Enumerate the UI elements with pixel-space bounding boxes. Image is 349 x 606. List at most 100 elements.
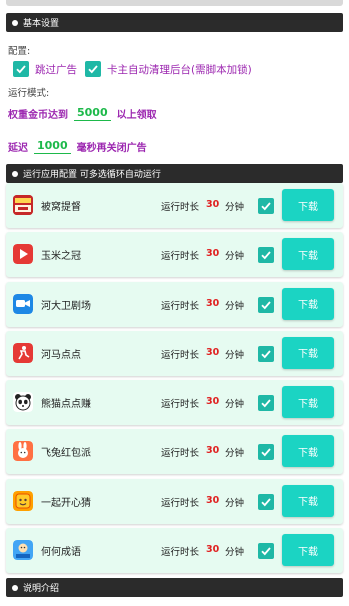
app-name: 河马点点 bbox=[41, 349, 81, 361]
app-name: 飞兔红包派 bbox=[41, 448, 91, 460]
bullet-icon bbox=[12, 170, 18, 177]
idiom-icon bbox=[13, 540, 33, 561]
check-icon bbox=[261, 350, 271, 359]
runtime-unit: 分钟 bbox=[225, 202, 245, 213]
auto-clean-checkbox[interactable] bbox=[85, 61, 101, 77]
check-icon bbox=[261, 399, 271, 408]
app-name: 被窝提督 bbox=[41, 202, 81, 213]
weight-row: 权重金币达到 5000 以上领取 bbox=[8, 106, 157, 121]
runtime-label: 运行时长 bbox=[161, 349, 200, 361]
app-row: 飞兔红包派 运行时长 30 分钟 下载 bbox=[6, 429, 343, 475]
runtime-label: 运行时长 bbox=[161, 399, 200, 411]
app-enable-checkbox[interactable] bbox=[258, 247, 274, 264]
app-name: 何何成语 bbox=[41, 547, 81, 559]
weight-prefix: 权重金币达到 bbox=[8, 110, 68, 121]
runtime-label: 运行时长 bbox=[161, 202, 200, 213]
download-button[interactable]: 下载 bbox=[282, 435, 334, 468]
runtime-label: 运行时长 bbox=[161, 251, 200, 263]
app-enable-checkbox[interactable] bbox=[258, 543, 274, 560]
check-icon bbox=[16, 65, 26, 74]
download-button[interactable]: 下载 bbox=[282, 238, 334, 271]
app-row: 玉米之冠 运行时长 30 分钟 下载 bbox=[6, 232, 343, 278]
app-name: 熊猫点点赚 bbox=[41, 399, 91, 411]
runtime-value[interactable]: 30 bbox=[206, 396, 219, 407]
download-button[interactable]: 下载 bbox=[282, 534, 334, 567]
download-button[interactable]: 下载 bbox=[282, 287, 334, 320]
app-name: 一起开心猜 bbox=[41, 497, 91, 509]
download-button[interactable]: 下载 bbox=[282, 336, 334, 369]
app-enable-checkbox[interactable] bbox=[258, 296, 274, 313]
bullet-icon bbox=[12, 19, 18, 26]
yu-mi-icon bbox=[13, 244, 33, 265]
app-row: 一起开心猜 运行时长 30 分钟 下载 bbox=[6, 478, 343, 524]
app-name: 河大卫剧场 bbox=[41, 300, 91, 312]
skip-ads-label: 跳过广告 bbox=[35, 63, 77, 76]
download-button[interactable]: 下载 bbox=[282, 484, 334, 517]
panda-icon bbox=[13, 392, 33, 413]
runtime-value[interactable]: 30 bbox=[206, 347, 219, 358]
instructions-header: 说明介绍 bbox=[6, 578, 343, 597]
run-mode-label: 运行模式: bbox=[8, 88, 50, 99]
runtime-label: 运行时长 bbox=[161, 547, 200, 559]
weight-suffix: 以上领取 bbox=[116, 110, 157, 121]
config-options: 跳过广告 卡主自动清理后台(需脚本加锁) bbox=[13, 61, 260, 77]
delay-input[interactable]: 1000 bbox=[34, 139, 71, 154]
app-row: 河大卫剧场 运行时长 30 分钟 下载 bbox=[6, 281, 343, 327]
app-enable-checkbox[interactable] bbox=[258, 345, 274, 362]
runtime-label: 运行时长 bbox=[161, 448, 200, 460]
basic-settings-title: 基本设置 bbox=[23, 19, 60, 29]
app-row: 被窝提督 运行时长 30 分钟 下载 bbox=[6, 183, 343, 228]
check-icon bbox=[261, 448, 271, 457]
delay-suffix: 毫秒再关闭广告 bbox=[76, 143, 147, 154]
check-icon bbox=[261, 202, 271, 211]
runtime-label: 运行时长 bbox=[161, 300, 200, 312]
app-row: 河马点点 运行时长 30 分钟 下载 bbox=[6, 330, 343, 376]
runtime-value[interactable]: 30 bbox=[206, 298, 219, 309]
download-button[interactable]: 下载 bbox=[282, 386, 334, 419]
app-row: 熊猫点点赚 运行时长 30 分钟 下载 bbox=[6, 380, 343, 426]
runtime-value[interactable]: 30 bbox=[206, 495, 219, 506]
runtime-unit: 分钟 bbox=[225, 399, 245, 411]
delay-prefix: 延迟 bbox=[8, 143, 28, 154]
check-icon bbox=[261, 301, 271, 309]
runtime-value[interactable]: 30 bbox=[206, 445, 219, 456]
app-list: 被窝提督 运行时长 30 分钟 下载 玉米之冠 运行时长 30 分钟 下载 河大… bbox=[6, 183, 343, 577]
rabbit-icon bbox=[13, 441, 33, 462]
bei-wo-icon bbox=[13, 195, 33, 215]
runtime-unit: 分钟 bbox=[225, 349, 245, 361]
runtime-value[interactable]: 30 bbox=[206, 199, 219, 210]
runtime-unit: 分钟 bbox=[225, 497, 245, 509]
app-enable-checkbox[interactable] bbox=[258, 444, 274, 461]
app-enable-checkbox[interactable] bbox=[258, 493, 274, 510]
runner-icon bbox=[13, 342, 33, 363]
runtime-value[interactable]: 30 bbox=[206, 544, 219, 555]
apps-section-title: 运行应用配置 可多选循环自动运行 bbox=[23, 170, 161, 180]
runtime-value[interactable]: 30 bbox=[206, 248, 219, 259]
apps-section-header: 运行应用配置 可多选循环自动运行 bbox=[6, 164, 343, 183]
instructions-title: 说明介绍 bbox=[23, 584, 60, 594]
check-icon bbox=[88, 65, 98, 74]
video-camera-icon bbox=[13, 293, 33, 314]
top-edge bbox=[6, 0, 343, 6]
app-name: 玉米之冠 bbox=[41, 251, 81, 263]
weight-input[interactable]: 5000 bbox=[74, 106, 111, 121]
auto-clean-label: 卡主自动清理后台(需脚本加锁) bbox=[107, 63, 252, 76]
app-row: 何何成语 运行时长 30 分钟 下载 bbox=[6, 528, 343, 574]
download-button[interactable]: 下载 bbox=[282, 189, 334, 221]
check-icon bbox=[261, 547, 271, 556]
check-icon bbox=[261, 498, 271, 507]
runtime-unit: 分钟 bbox=[225, 448, 245, 460]
delay-row: 延迟 1000 毫秒再关闭广告 bbox=[8, 139, 147, 154]
bullet-icon bbox=[12, 584, 18, 591]
config-label: 配置: bbox=[8, 46, 31, 57]
check-icon bbox=[261, 251, 271, 260]
runtime-unit: 分钟 bbox=[225, 300, 245, 312]
runtime-unit: 分钟 bbox=[225, 251, 245, 263]
game-icon bbox=[13, 490, 33, 511]
skip-ads-checkbox[interactable] bbox=[13, 61, 29, 77]
basic-settings-header: 基本设置 bbox=[6, 13, 343, 32]
runtime-label: 运行时长 bbox=[161, 497, 200, 509]
app-enable-checkbox[interactable] bbox=[258, 395, 274, 412]
runtime-unit: 分钟 bbox=[225, 547, 245, 559]
app-enable-checkbox[interactable] bbox=[258, 198, 274, 214]
